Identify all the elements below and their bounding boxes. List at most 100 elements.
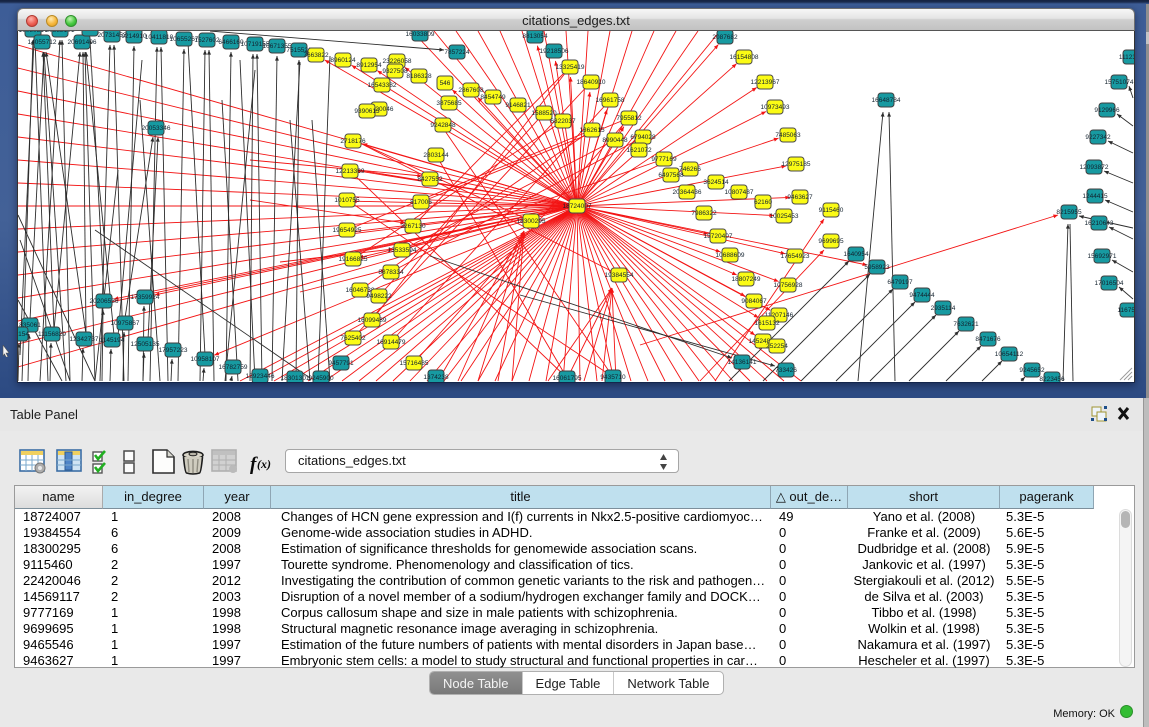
svg-text:9214910: 9214910 — [121, 33, 147, 40]
svg-text:8813054: 8813054 — [522, 33, 548, 40]
svg-text:20206536: 20206536 — [90, 298, 119, 305]
svg-text:15720407: 15720407 — [704, 233, 733, 240]
svg-text:7625402: 7625402 — [340, 335, 366, 342]
svg-text:9777169: 9777169 — [651, 156, 677, 163]
svg-text:1010755: 1010755 — [334, 197, 360, 204]
svg-text:9327508: 9327508 — [382, 68, 408, 75]
svg-text:62160: 62160 — [754, 199, 772, 206]
svg-text:16154808: 16154808 — [730, 54, 759, 61]
svg-text:19654925: 19654925 — [333, 227, 362, 234]
svg-text:1588520: 1588520 — [531, 110, 557, 117]
svg-text:10654112: 10654112 — [995, 351, 1024, 358]
svg-text:9474444: 9474444 — [909, 292, 935, 299]
svg-text:10975867: 10975867 — [111, 320, 140, 327]
svg-text:9227342: 9227342 — [1085, 134, 1111, 141]
svg-text:9463627: 9463627 — [787, 194, 813, 201]
svg-text:7632621: 7632621 — [953, 321, 979, 328]
svg-text:8215955: 8215955 — [1056, 209, 1082, 216]
svg-text:13533594: 13533594 — [388, 247, 417, 254]
svg-text:733426: 733426 — [775, 367, 797, 374]
svg-text:10756928: 10756928 — [774, 282, 803, 289]
svg-text:12975185: 12975185 — [782, 161, 811, 168]
svg-text:5958923: 5958923 — [864, 264, 890, 271]
svg-text:9435710: 9435710 — [600, 374, 626, 381]
svg-text:17654923: 17654923 — [781, 253, 810, 260]
svg-text:6794028: 6794028 — [630, 134, 656, 141]
svg-text:10807487: 10807487 — [725, 189, 754, 196]
svg-text:1374238: 1374238 — [423, 374, 449, 381]
svg-text:13325419: 13325419 — [556, 64, 585, 71]
svg-text:17957223: 17957223 — [159, 347, 188, 354]
svg-text:16782759: 16782759 — [219, 364, 248, 371]
svg-text:3267130: 3267130 — [400, 223, 426, 230]
svg-text:15751074: 15751074 — [1105, 79, 1134, 86]
svg-text:9146821: 9146821 — [505, 102, 531, 109]
svg-text:17016504: 17016504 — [1095, 280, 1124, 287]
svg-text:817006: 817006 — [410, 199, 432, 206]
svg-text:116753: 116753 — [1117, 307, 1134, 314]
svg-text:19218506: 19218506 — [540, 48, 569, 55]
svg-text:1615132: 1615132 — [754, 320, 780, 327]
svg-text:9084067: 9084067 — [741, 298, 767, 305]
svg-text:12923446: 12923446 — [246, 373, 275, 380]
svg-text:16099489: 16099489 — [358, 317, 387, 324]
svg-text:9242848: 9242848 — [430, 122, 456, 129]
svg-text:8990448: 8990448 — [602, 137, 628, 144]
svg-text:16648784: 16648784 — [872, 97, 901, 104]
svg-text:1112345: 1112345 — [1119, 54, 1134, 61]
svg-text:2803144: 2803144 — [423, 152, 449, 159]
svg-text:6322037: 6322037 — [550, 118, 576, 125]
svg-text:11156829: 11156829 — [38, 331, 66, 338]
svg-text:1621072: 1621072 — [626, 147, 652, 154]
svg-text:16914479: 16914479 — [377, 339, 406, 346]
svg-text:2935114: 2935114 — [931, 305, 956, 312]
svg-text:16061795: 16061795 — [553, 375, 582, 382]
svg-text:7986322: 7986322 — [691, 210, 717, 217]
svg-text:14136141: 14136141 — [728, 359, 757, 366]
svg-text:17359924: 17359924 — [131, 294, 160, 301]
svg-text:10688609: 10688609 — [716, 252, 745, 259]
svg-text:546: 546 — [440, 80, 451, 87]
svg-text:9457791: 9457791 — [328, 360, 354, 367]
svg-text:8960124: 8960124 — [330, 57, 356, 64]
svg-text:20364436: 20364436 — [673, 189, 702, 196]
svg-text:1362615: 1362615 — [579, 127, 605, 134]
svg-text:10958107: 10958107 — [191, 356, 220, 363]
svg-text:1244415: 1244415 — [1082, 193, 1108, 200]
svg-text:8878334: 8878334 — [378, 269, 404, 276]
svg-text:9390613: 9390613 — [354, 108, 380, 115]
svg-text:10025453: 10025453 — [770, 213, 799, 220]
svg-text:8427552: 8427552 — [417, 176, 443, 183]
svg-text:9245900: 9245900 — [308, 375, 334, 382]
svg-text:9245652: 9245652 — [1019, 367, 1045, 374]
svg-text:8223456: 8223456 — [1039, 376, 1065, 382]
svg-text:1527602: 1527602 — [194, 37, 220, 44]
svg-text:18300295: 18300295 — [517, 218, 546, 225]
svg-text:9115460: 9115460 — [819, 207, 844, 214]
svg-text:15716485: 15716485 — [400, 360, 429, 367]
svg-text:18301301: 18301301 — [281, 375, 310, 382]
svg-text:(x): (x) — [257, 457, 271, 471]
svg-text:19384554: 19384554 — [605, 272, 634, 279]
svg-text:6479197: 6479197 — [887, 279, 913, 286]
svg-text:7955812: 7955812 — [616, 115, 642, 122]
svg-text:7485063: 7485063 — [775, 132, 801, 139]
svg-text:14055712: 14055712 — [28, 39, 57, 46]
svg-text:2087682: 2087682 — [712, 34, 738, 41]
svg-text:2867608: 2867608 — [458, 87, 484, 94]
svg-text:15692971: 15692971 — [1088, 253, 1117, 260]
svg-text:18807249: 18807249 — [732, 276, 761, 283]
svg-text:12213967: 12213967 — [751, 79, 780, 86]
svg-text:3875685: 3875685 — [436, 100, 462, 107]
svg-text:9498222: 9498222 — [366, 293, 392, 300]
svg-text:12505135: 12505135 — [131, 341, 160, 348]
svg-text:16030317: 16030317 — [19, 31, 48, 34]
svg-text:18724007: 18724007 — [563, 203, 592, 210]
svg-text:16210643: 16210643 — [1085, 220, 1114, 227]
svg-text:20053346: 20053346 — [142, 125, 171, 132]
svg-text:2718176: 2718176 — [340, 138, 366, 145]
svg-text:12213369: 12213369 — [336, 168, 365, 175]
svg-text:99154: 99154 — [18, 331, 29, 338]
svg-text:19166825: 19166825 — [339, 256, 368, 263]
svg-text:7663822: 7663822 — [303, 52, 329, 59]
